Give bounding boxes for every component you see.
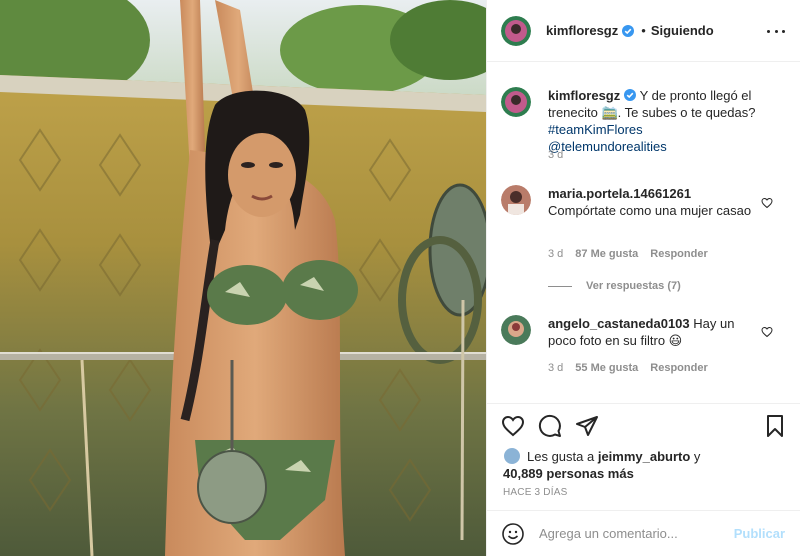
like-heart-icon[interactable] bbox=[501, 414, 525, 438]
like-comment-heart-icon[interactable] bbox=[761, 326, 773, 338]
comment-meta: 3 d 87 Me gusta Responder bbox=[548, 248, 708, 260]
comment-text: maria.portela.14661261 Compórtate como u… bbox=[548, 185, 758, 219]
ellipsis-icon[interactable] bbox=[767, 22, 785, 40]
view-replies-button[interactable]: Ver respuestas (7) bbox=[548, 280, 681, 292]
author-username[interactable]: kimfloresgz bbox=[546, 23, 618, 38]
publish-button[interactable]: Publicar bbox=[734, 526, 785, 541]
comment-body: Compórtate como una mujer casao bbox=[548, 203, 752, 218]
share-paper-plane-icon[interactable] bbox=[575, 414, 599, 438]
caption-hashtag[interactable]: #teamKimFlores bbox=[548, 122, 643, 137]
liker-avatar[interactable] bbox=[503, 447, 521, 465]
replies-divider-line bbox=[548, 285, 572, 287]
save-bookmark-icon[interactable] bbox=[763, 414, 787, 438]
caption-text: kimfloresgz Y de pronto llegó el treneci… bbox=[548, 87, 758, 155]
post-side-panel: kimfloresgz • Siguiendo kimfloresgz Y de… bbox=[486, 0, 800, 556]
caption-mention[interactable]: @telemundorealities bbox=[548, 139, 667, 154]
caption-time: 3 d bbox=[548, 149, 564, 161]
following-button[interactable]: Siguiendo bbox=[651, 23, 714, 38]
verified-badge-icon bbox=[624, 89, 637, 101]
comment-item: maria.portela.14661261 Compórtate como u… bbox=[501, 185, 787, 275]
comment-item: angelo_castaneda0103 Hay un poco foto en… bbox=[501, 315, 787, 405]
post-timestamp[interactable]: HACE 3 DÍAS bbox=[503, 487, 567, 498]
comments-section: kimfloresgz Y de pronto llegó el treneci… bbox=[487, 63, 800, 403]
comment-input[interactable]: Agrega un comentario... bbox=[539, 526, 734, 541]
caption-username[interactable]: kimfloresgz bbox=[548, 88, 620, 103]
comment-likes[interactable]: 55 Me gusta bbox=[575, 362, 638, 374]
likes-summary: Les gusta a jeimmy_aburto y 40,889 perso… bbox=[503, 447, 783, 482]
reply-button[interactable]: Responder bbox=[650, 248, 707, 260]
comment-time: 3 d bbox=[548, 362, 564, 374]
emoji-smiley-icon[interactable] bbox=[501, 522, 525, 546]
separator-dot: • bbox=[641, 23, 646, 38]
comment-username[interactable]: maria.portela.14661261 bbox=[548, 186, 691, 201]
likes-middle: y bbox=[690, 449, 701, 464]
add-comment-bar: Agrega un comentario... Publicar bbox=[487, 510, 800, 556]
comment-time: 3 d bbox=[548, 248, 564, 260]
comment-text: angelo_castaneda0103 Hay un poco foto en… bbox=[548, 315, 758, 349]
comment-bubble-icon[interactable] bbox=[538, 414, 562, 438]
post-photo-illustration bbox=[0, 0, 486, 556]
comment-likes[interactable]: 87 Me gusta bbox=[575, 248, 638, 260]
liker-username[interactable]: jeimmy_aburto bbox=[598, 449, 690, 464]
like-comment-heart-icon[interactable] bbox=[761, 197, 773, 209]
author-avatar[interactable] bbox=[501, 87, 531, 117]
post-actions: Les gusta a jeimmy_aburto y 40,889 perso… bbox=[487, 403, 800, 510]
comment-username[interactable]: angelo_castaneda0103 bbox=[548, 316, 690, 331]
commenter-avatar[interactable] bbox=[501, 185, 531, 215]
reply-button[interactable]: Responder bbox=[650, 362, 707, 374]
likes-count[interactable]: 40,889 personas más bbox=[503, 466, 634, 481]
commenter-avatar[interactable] bbox=[501, 315, 531, 345]
caption-meta: 3 d bbox=[548, 149, 563, 161]
post-image[interactable] bbox=[0, 0, 486, 556]
caption: kimfloresgz Y de pronto llegó el treneci… bbox=[501, 87, 787, 177]
author-avatar[interactable] bbox=[501, 15, 531, 46]
post-header: kimfloresgz • Siguiendo bbox=[487, 0, 800, 62]
comment-meta: 3 d 55 Me gusta Responder bbox=[548, 362, 708, 374]
verified-badge-icon bbox=[622, 24, 635, 37]
view-replies-label[interactable]: Ver respuestas (7) bbox=[586, 280, 681, 292]
action-icons bbox=[501, 414, 787, 438]
likes-prefix: Les gusta a bbox=[527, 449, 598, 464]
